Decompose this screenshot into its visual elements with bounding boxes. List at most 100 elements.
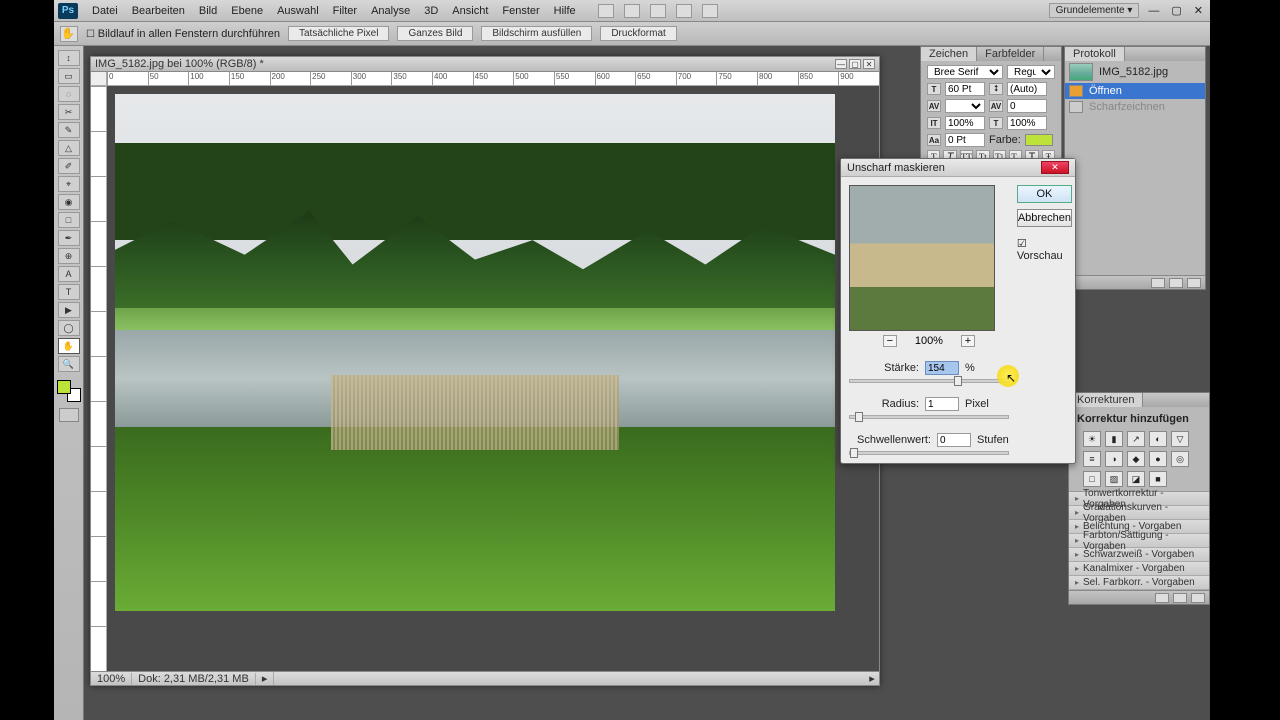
- color-swatches[interactable]: [57, 380, 81, 402]
- adj-trash-icon[interactable]: [1191, 593, 1205, 603]
- menu-ebene[interactable]: Ebene: [225, 3, 269, 19]
- new-doc-icon[interactable]: [1169, 278, 1183, 288]
- adj-return-icon[interactable]: [1155, 593, 1169, 603]
- text-color-swatch[interactable]: [1025, 134, 1053, 146]
- adj-gradientmap-icon[interactable]: ■: [1149, 471, 1167, 487]
- tool-eraser[interactable]: □: [58, 212, 80, 228]
- kerning-select[interactable]: [945, 99, 985, 113]
- extras-icon[interactable]: [676, 4, 692, 18]
- tool-path[interactable]: ▶: [58, 302, 80, 318]
- vscale-input[interactable]: [945, 116, 985, 130]
- adj-levels-icon[interactable]: ▮: [1105, 431, 1123, 447]
- doc-close-icon[interactable]: ✕: [863, 59, 875, 69]
- actual-pixels-button[interactable]: Tatsächliche Pixel: [288, 26, 389, 41]
- doc-maximize-icon[interactable]: ▢: [849, 59, 861, 69]
- status-menu-icon[interactable]: ▸: [256, 672, 275, 685]
- adj-bw-icon[interactable]: ◆: [1127, 451, 1145, 467]
- dialog-close-icon[interactable]: ✕: [1041, 161, 1069, 174]
- menu-hilfe[interactable]: Hilfe: [548, 3, 582, 19]
- zoom-readout[interactable]: 100%: [91, 673, 132, 685]
- radius-input[interactable]: [925, 397, 959, 411]
- adj-clip-icon[interactable]: [1173, 593, 1187, 603]
- print-size-button[interactable]: Druckformat: [600, 26, 676, 41]
- tab-korrekturen[interactable]: Korrekturen: [1069, 393, 1143, 407]
- tool-dodge[interactable]: ⊕: [58, 248, 80, 264]
- adj-exposure-icon[interactable]: ◐: [1149, 431, 1167, 447]
- menu-bearbeiten[interactable]: Bearbeiten: [126, 3, 191, 19]
- font-size-input[interactable]: [945, 82, 985, 96]
- tool-lasso[interactable]: ◌: [58, 86, 80, 102]
- window-close-icon[interactable]: ✕: [1191, 4, 1206, 17]
- tool-eyedropper[interactable]: ✎: [58, 122, 80, 138]
- guides-icon[interactable]: [702, 4, 718, 18]
- arrange-docs-icon[interactable]: [624, 4, 640, 18]
- tool-zoom[interactable]: 🔍: [58, 356, 80, 372]
- zoom-in-button[interactable]: +: [961, 335, 975, 347]
- history-step-sharpen[interactable]: Scharfzeichnen: [1065, 99, 1205, 115]
- tool-healing[interactable]: △: [58, 140, 80, 156]
- radius-slider[interactable]: [849, 415, 1009, 419]
- ruler-horizontal[interactable]: 0501001502002503003504004505005506006507…: [107, 72, 879, 86]
- launch-bridge-icon[interactable]: [598, 4, 614, 18]
- new-snapshot-icon[interactable]: [1151, 278, 1165, 288]
- tool-crop[interactable]: ✂: [58, 104, 80, 120]
- tool-shape[interactable]: ◯: [58, 320, 80, 336]
- adj-curves-icon[interactable]: ↗: [1127, 431, 1145, 447]
- menu-ansicht[interactable]: Ansicht: [446, 3, 494, 19]
- menu-analyse[interactable]: Analyse: [365, 3, 416, 19]
- history-snapshot[interactable]: IMG_5182.jpg: [1065, 61, 1205, 83]
- adj-colorbalance-icon[interactable]: ◑: [1105, 451, 1123, 467]
- adj-posterize-icon[interactable]: ▨: [1105, 471, 1123, 487]
- doc-minimize-icon[interactable]: —: [835, 59, 847, 69]
- foreground-color-swatch[interactable]: [57, 380, 71, 394]
- doc-size-readout[interactable]: Dok: 2,31 MB/2,31 MB: [132, 673, 256, 685]
- tab-zeichen[interactable]: Zeichen: [921, 47, 977, 61]
- tab-protokoll[interactable]: Protokoll: [1065, 47, 1125, 61]
- menu-filter[interactable]: Filter: [327, 3, 363, 19]
- font-style-select[interactable]: Regular: [1007, 65, 1055, 79]
- font-family-select[interactable]: Bree Serif: [927, 65, 1003, 79]
- tracking-input[interactable]: [1007, 99, 1047, 113]
- quick-mask-toggle[interactable]: [59, 408, 79, 422]
- history-step-open[interactable]: Öffnen: [1065, 83, 1205, 99]
- adj-photofilter-icon[interactable]: ●: [1149, 451, 1167, 467]
- fill-screen-button[interactable]: Bildschirm ausfüllen: [481, 26, 592, 41]
- ruler-origin[interactable]: [91, 72, 107, 86]
- menu-bild[interactable]: Bild: [193, 3, 223, 19]
- strength-slider[interactable]: [849, 379, 1009, 383]
- preset-channelmixer[interactable]: Kanalmixer - Vorgaben: [1069, 562, 1209, 576]
- zoom-out-button[interactable]: −: [883, 335, 897, 347]
- leading-input[interactable]: [1007, 82, 1047, 96]
- adj-huesat-icon[interactable]: ≡: [1083, 451, 1101, 467]
- tool-marquee[interactable]: ▭: [58, 68, 80, 84]
- window-maximize-icon[interactable]: ▢: [1168, 4, 1184, 17]
- document-titlebar[interactable]: IMG_5182.jpg bei 100% (RGB/8) * — ▢ ✕: [90, 56, 880, 72]
- tool-stamp[interactable]: ⌖: [58, 176, 80, 192]
- tool-type[interactable]: T: [58, 284, 80, 300]
- preset-curves[interactable]: Gradationskurven - Vorgaben: [1069, 506, 1209, 520]
- menu-fenster[interactable]: Fenster: [496, 3, 545, 19]
- trash-icon[interactable]: [1187, 278, 1201, 288]
- scroll-all-windows-checkbox[interactable]: ☐ Bildlauf in allen Fenstern durchführen: [86, 28, 280, 40]
- hscale-input[interactable]: [1007, 116, 1047, 130]
- tab-farbfelder[interactable]: Farbfelder: [977, 47, 1044, 61]
- threshold-slider[interactable]: [849, 451, 1009, 455]
- adj-invert-icon[interactable]: □: [1083, 471, 1101, 487]
- menu-datei[interactable]: Datei: [86, 3, 124, 19]
- ruler-vertical[interactable]: [91, 86, 107, 671]
- preset-bw[interactable]: Schwarzweiß - Vorgaben: [1069, 548, 1209, 562]
- hand-tool-icon[interactable]: ✋: [60, 26, 78, 42]
- tool-hand[interactable]: ✋: [58, 338, 80, 354]
- tool-history-brush[interactable]: ◉: [58, 194, 80, 210]
- adj-vibrance-icon[interactable]: ▽: [1171, 431, 1189, 447]
- adj-brightness-icon[interactable]: ☀: [1083, 431, 1101, 447]
- baseline-input[interactable]: [945, 133, 985, 147]
- cancel-button[interactable]: Abbrechen: [1017, 209, 1072, 227]
- strength-input[interactable]: [925, 361, 959, 375]
- window-minimize-icon[interactable]: —: [1145, 5, 1162, 17]
- screen-mode-icon[interactable]: [650, 4, 666, 18]
- preview-checkbox[interactable]: ☑ Vorschau: [1017, 237, 1072, 262]
- ok-button[interactable]: OK: [1017, 185, 1072, 203]
- threshold-input[interactable]: [937, 433, 971, 447]
- filter-preview[interactable]: [849, 185, 995, 331]
